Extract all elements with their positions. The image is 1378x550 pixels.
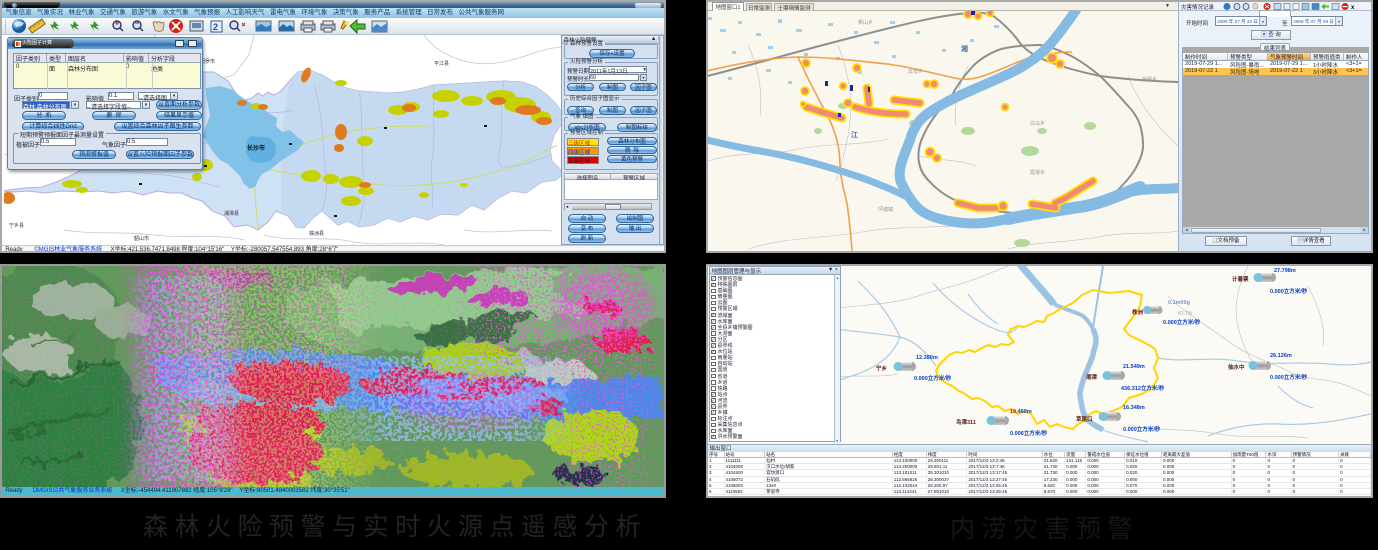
svg-text:霞凝乡: 霞凝乡 xyxy=(1030,169,1045,176)
svg-text:0.000立方米/秒: 0.000立方米/秒 xyxy=(1163,318,1201,326)
svg-text:0.000立方米/秒: 0.000立方米/秒 xyxy=(1270,287,1308,295)
svg-text:鸟潭311: 鸟潭311 xyxy=(956,418,976,426)
svg-text:0.1m00g: 0.1m00g xyxy=(1168,300,1190,306)
svg-text:19.460m: 19.460m xyxy=(1010,409,1032,415)
svg-text:桥驿乡: 桥驿乡 xyxy=(1142,76,1157,83)
svg-text:云母乡: 云母乡 xyxy=(908,69,923,75)
svg-text:坪塘镇: 坪塘镇 xyxy=(878,206,893,213)
svg-text:16.348m: 16.348m xyxy=(1123,405,1145,411)
svg-text:抽水中: 抽水中 xyxy=(1228,363,1245,371)
svg-text:株洲: 株洲 xyxy=(1132,308,1144,316)
svg-text:27.798m: 27.798m xyxy=(1274,268,1296,274)
svg-text:长沙市: 长沙市 xyxy=(247,144,265,152)
svg-text:x: x xyxy=(1351,5,1355,11)
svg-text:2: 2 xyxy=(213,22,218,32)
svg-text:草尾口: 草尾口 xyxy=(1076,415,1093,423)
svg-text:株洲县: 株洲县 xyxy=(309,230,324,237)
svg-text:宁乡县: 宁乡县 xyxy=(9,222,24,229)
svg-text:26.126m: 26.126m xyxy=(1270,353,1292,359)
svg-text:41.7%: 41.7% xyxy=(1178,311,1193,317)
svg-text:湘潭县: 湘潭县 xyxy=(224,210,239,217)
svg-text:436.312立方米/秒: 436.312立方米/秒 xyxy=(1121,384,1165,392)
svg-text:0.000立方米/秒: 0.000立方米/秒 xyxy=(914,374,952,382)
svg-text:宁乡: 宁乡 xyxy=(876,364,888,372)
svg-text:湘: 湘 xyxy=(961,44,968,53)
svg-text:0.000立方米/秒: 0.000立方米/秒 xyxy=(1270,373,1308,381)
svg-text:0.006立方米/秒: 0.006立方米/秒 xyxy=(1010,429,1048,437)
svg-text:平江县: 平江县 xyxy=(434,60,449,67)
svg-text:枫山乡: 枫山乡 xyxy=(858,19,873,26)
svg-text:韶山市: 韶山市 xyxy=(134,235,149,242)
svg-text:白马乡: 白马乡 xyxy=(1030,120,1045,127)
svg-text:21.549m: 21.549m xyxy=(1123,364,1145,370)
svg-text:计暑票: 计暑票 xyxy=(1232,275,1249,283)
svg-text:12.380m: 12.380m xyxy=(916,355,938,361)
svg-text:湘潭: 湘潭 xyxy=(1086,373,1098,381)
svg-text:江: 江 xyxy=(851,130,858,139)
svg-text:0.000立方米/秒: 0.000立方米/秒 xyxy=(1123,425,1161,433)
